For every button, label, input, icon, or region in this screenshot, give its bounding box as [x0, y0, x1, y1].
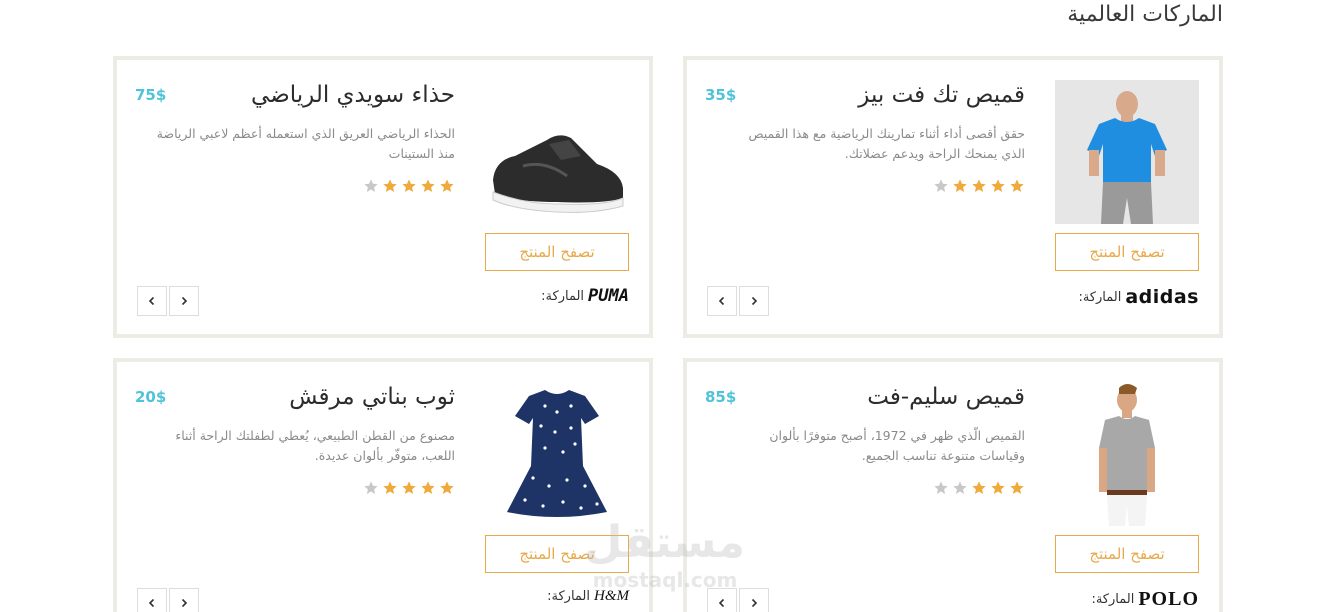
- star-filled-icon: [1010, 481, 1024, 494]
- rating-stars: [363, 178, 455, 194]
- star-filled-icon: [991, 481, 1005, 494]
- product-description: الحذاء الرياضي العريق الذي استعمله أعظم …: [156, 126, 455, 161]
- chevron-left-icon[interactable]: [137, 588, 167, 612]
- brand-label: الماركة:: [1078, 289, 1122, 305]
- brand-row: الماركة: H&M: [547, 588, 629, 605]
- star-empty-icon: [953, 481, 967, 494]
- rating-stars: [363, 480, 455, 496]
- chevron-right-icon[interactable]: [739, 286, 769, 316]
- brand-logo[interactable]: PUMA: [588, 286, 629, 306]
- star-filled-icon: [972, 179, 986, 192]
- rating-stars: [933, 480, 1025, 496]
- product-description: مصنوع من القطن الطبيعي، يُعطي لطفلتك الر…: [175, 428, 455, 463]
- product-title[interactable]: حذاء سويدي الرياضي: [251, 82, 455, 108]
- product-image[interactable]: [1055, 382, 1199, 526]
- star-filled-icon: [421, 481, 435, 494]
- browse-product-button[interactable]: تصفح المنتج: [1055, 233, 1199, 271]
- chevron-right-icon[interactable]: [169, 588, 199, 612]
- brand-logo[interactable]: H&M: [594, 588, 629, 605]
- product-description: القميص الّذي ظهر في 1972، أصبح متوفرًا ب…: [769, 428, 1025, 463]
- rating-stars: [933, 178, 1025, 194]
- carousel-nav: [707, 286, 769, 316]
- star-empty-icon: [364, 179, 378, 192]
- star-filled-icon: [421, 179, 435, 192]
- product-price: 85$: [705, 388, 737, 406]
- browse-product-button[interactable]: تصفح المنتج: [485, 233, 629, 271]
- product-title[interactable]: قميص تك فت بيز: [858, 82, 1025, 108]
- product-image[interactable]: [485, 80, 629, 224]
- star-filled-icon: [383, 179, 397, 192]
- star-filled-icon: [991, 179, 1005, 192]
- product-image[interactable]: [485, 382, 629, 526]
- brand-row: الماركة: PUMA: [541, 286, 629, 306]
- chevron-right-icon[interactable]: [169, 286, 199, 316]
- product-image[interactable]: [1055, 80, 1199, 224]
- product-card: ثوب بناتي مرقش 20$ مصنوع من القطن الطبيع…: [113, 358, 653, 612]
- brand-label: الماركة:: [1091, 592, 1135, 607]
- browse-product-button[interactable]: تصفح المنتج: [1055, 535, 1199, 573]
- star-filled-icon: [440, 179, 454, 192]
- product-price: 35$: [705, 86, 737, 104]
- brand-label: الماركة:: [547, 589, 590, 604]
- section-title: الماركات العالمية: [1067, 2, 1223, 27]
- star-empty-icon: [364, 481, 378, 494]
- carousel-nav: [137, 588, 199, 612]
- chevron-left-icon[interactable]: [707, 588, 737, 612]
- star-filled-icon: [972, 481, 986, 494]
- brand-logo[interactable]: POLO: [1138, 588, 1199, 611]
- brand-label: الماركة:: [541, 288, 585, 304]
- star-filled-icon: [440, 481, 454, 494]
- product-description: حقق أقصى أداء أثناء تمارينك الرياضية مع …: [748, 126, 1025, 161]
- star-filled-icon: [402, 179, 416, 192]
- product-price: 75$: [135, 86, 167, 104]
- product-price: 20$: [135, 388, 167, 406]
- product-card: قميص تك فت بيز 35$ حقق أقصى أداء أثناء ت…: [683, 56, 1223, 338]
- browse-product-button[interactable]: تصفح المنتج: [485, 535, 629, 573]
- star-filled-icon: [402, 481, 416, 494]
- star-filled-icon: [953, 179, 967, 192]
- star-empty-icon: [934, 179, 948, 192]
- brand-logo[interactable]: adidas: [1125, 286, 1199, 308]
- star-empty-icon: [934, 481, 948, 494]
- brand-row: الماركة: POLO: [1091, 588, 1199, 611]
- star-filled-icon: [383, 481, 397, 494]
- carousel-nav: [707, 588, 769, 612]
- chevron-right-icon[interactable]: [739, 588, 769, 612]
- product-card: حذاء سويدي الرياضي 75$ الحذاء الرياضي ال…: [113, 56, 653, 338]
- product-card: قميص سليم-فت 85$ القميص الّذي ظهر في 197…: [683, 358, 1223, 612]
- product-title[interactable]: قميص سليم-فت: [867, 384, 1025, 410]
- product-title[interactable]: ثوب بناتي مرقش: [289, 384, 455, 410]
- star-filled-icon: [1010, 179, 1024, 192]
- chevron-left-icon[interactable]: [707, 286, 737, 316]
- carousel-nav: [137, 286, 199, 316]
- brand-row: الماركة: adidas: [1078, 286, 1199, 308]
- chevron-left-icon[interactable]: [137, 286, 167, 316]
